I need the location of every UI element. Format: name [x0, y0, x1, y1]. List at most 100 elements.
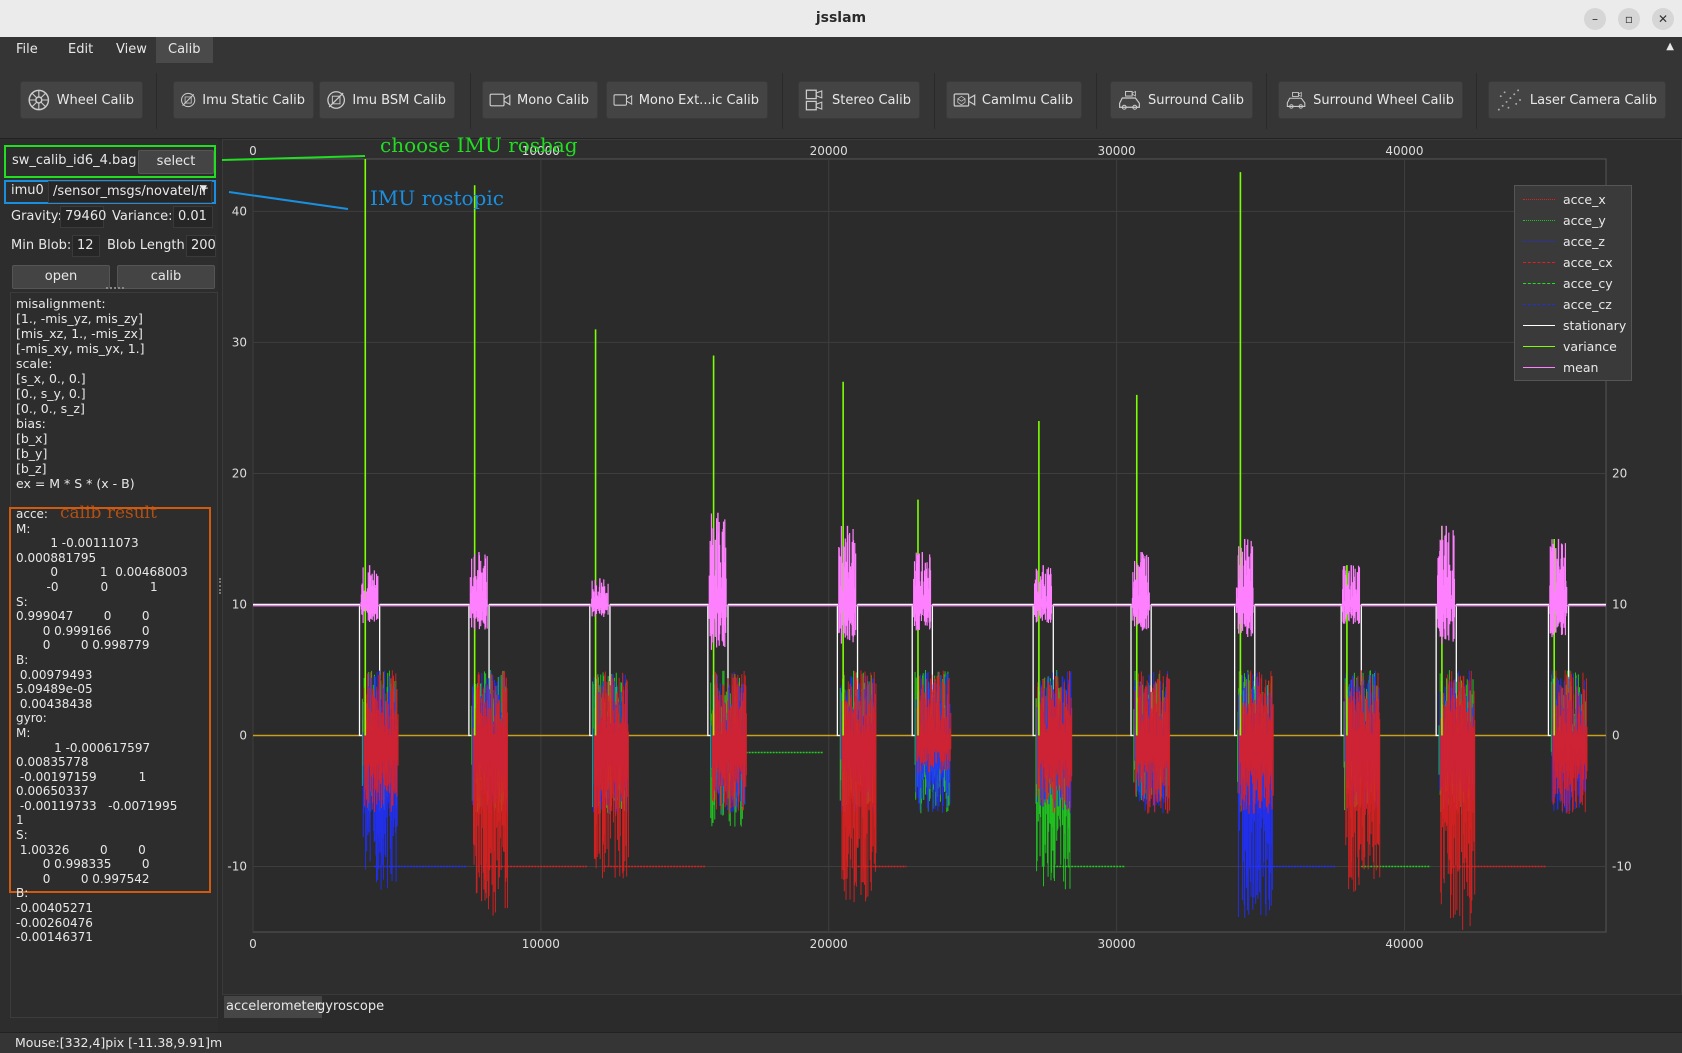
imu-bsm-icon [327, 91, 346, 109]
legend-swatch [1523, 303, 1555, 305]
maximize-icon[interactable]: ▫ [1618, 8, 1640, 30]
imu-bsm-calib-button[interactable]: Imu BSM Calib [319, 81, 455, 119]
legend-swatch [1523, 198, 1555, 200]
x-tick-label: 40000 [1385, 937, 1423, 951]
mono-extrinsic-calib-button[interactable]: Mono Ext...ic Calib [606, 81, 768, 119]
legend-label: acce_y [1563, 212, 1606, 228]
splitter-handle[interactable] [106, 287, 124, 289]
status-bar: Mouse:[332,4]pix [-11.38,9.91]m [0, 1032, 1682, 1053]
laser-icon [1497, 89, 1521, 111]
wheel-calib-button[interactable]: Wheel Calib [20, 81, 143, 119]
y-tick-label-right: -10 [1612, 859, 1632, 873]
camimu-calib-label: CamImu Calib [981, 92, 1073, 108]
surround-wheel-calib-label: Surround Wheel Calib [1313, 92, 1454, 108]
plot-area[interactable]: 0 0 10000 10000 20000 20000 30000 30000 40000 400… [222, 139, 1682, 995]
menu-edit[interactable]: Edit [56, 37, 105, 63]
stereo-calib-label: Stereo Calib [831, 92, 911, 108]
mouse-position-status: Mouse:[332,4]pix [-11.38,9.91]m [15, 1035, 223, 1050]
imu-label: imu0 [11, 183, 44, 198]
toolbar-separator [470, 73, 471, 129]
legend-swatch [1523, 324, 1555, 326]
imu-static-icon [181, 92, 196, 108]
topic-value: /sensor_msgs/novatel/ir [53, 184, 208, 199]
window-title: jsslam [815, 10, 867, 26]
legend-item: stationary [1523, 315, 1626, 335]
accelerometer-plot[interactable]: 0010000100002000020000300003000040000400… [223, 140, 1681, 994]
legend-item: acce_cy [1523, 273, 1613, 293]
blob-length-label: Blob Length: [107, 238, 190, 253]
y-tick-label-right: 0 [1612, 728, 1620, 742]
camera-icon [489, 93, 511, 107]
gravity-label: Gravity: [11, 209, 62, 224]
laser-camera-calib-label: Laser Camera Calib [1529, 92, 1657, 108]
gravity-input[interactable]: 79460 [60, 206, 106, 228]
min-blob-label: Min Blob: [11, 238, 72, 253]
blob-length-input[interactable]: 200 [186, 235, 216, 257]
legend-label: acce_cx [1563, 254, 1613, 270]
legend-item: acce_y [1523, 210, 1606, 230]
surround-calib-label: Surround Calib [1147, 92, 1244, 108]
left-panel: sw_calib_id6_4.bag select imu0 /sensor_m… [0, 139, 218, 1032]
mono-extrinsic-calib-label: Mono Ext...ic Calib [638, 92, 759, 108]
legend-swatch [1523, 261, 1555, 263]
tab-accelerometer[interactable]: accelerometer [224, 996, 322, 1018]
menu-calib[interactable]: Calib [156, 37, 213, 63]
legend-item: acce_cx [1523, 252, 1613, 272]
legend-label: acce_z [1563, 233, 1605, 249]
legend-label: variance [1563, 338, 1617, 354]
laser-camera-calib-button[interactable]: Laser Camera Calib [1488, 81, 1666, 119]
x-tick-label: 0 [249, 937, 257, 951]
legend: acce_x acce_y acce_z acce_cx acce_cy acc… [1514, 185, 1632, 381]
legend-item: mean [1523, 357, 1598, 377]
x-tick-label-top: 30000 [1098, 144, 1136, 158]
x-tick-label: 10000 [522, 937, 560, 951]
mono-calib-label: Mono Calib [516, 92, 589, 108]
topic-select[interactable]: /sensor_msgs/novatel/ir [48, 181, 212, 203]
car-camera-icon [1286, 91, 1306, 109]
imu-static-calib-button[interactable]: Imu Static Calib [173, 81, 314, 119]
legend-swatch [1523, 345, 1555, 347]
legend-swatch [1523, 240, 1555, 242]
surround-wheel-calib-button[interactable]: Surround Wheel Calib [1278, 81, 1463, 119]
toolbar-separator [1266, 73, 1267, 129]
chevron-down-icon[interactable]: ▼ [200, 184, 207, 194]
close-icon[interactable]: ✕ [1652, 8, 1674, 30]
collapse-arrow-icon[interactable]: ▲ [1666, 41, 1674, 52]
toolbar: Wheel Calib Imu Static Calib Imu BSM Cal… [0, 63, 1682, 139]
minimize-icon[interactable]: – [1584, 8, 1606, 30]
legend-item: acce_z [1523, 231, 1605, 251]
toolbar-separator [782, 73, 783, 129]
x-tick-label-top: 40000 [1385, 144, 1423, 158]
camera-icon [613, 94, 633, 106]
min-blob-input[interactable]: 12 [72, 235, 100, 257]
legend-label: acce_cy [1563, 275, 1613, 291]
tab-gyroscope[interactable]: gyroscope [315, 996, 386, 1018]
variance-input[interactable]: 0.01 [173, 206, 213, 228]
rosbag-annotation: choose IMU rosbag [380, 133, 578, 157]
mono-calib-button[interactable]: Mono Calib [482, 81, 598, 119]
variance-label: Variance: [112, 209, 173, 224]
legend-label: stationary [1563, 317, 1627, 333]
car-camera-icon [1119, 90, 1140, 110]
legend-label: acce_x [1563, 191, 1606, 207]
y-tick-label: -10 [227, 859, 247, 873]
open-button[interactable]: open [12, 265, 110, 289]
surround-calib-button[interactable]: Surround Calib [1110, 81, 1253, 119]
y-tick-label-right: 10 [1612, 597, 1627, 611]
imu-static-calib-label: Imu Static Calib [202, 92, 305, 108]
stereo-camera-icon [805, 89, 823, 111]
menu-view[interactable]: View [104, 37, 159, 63]
camera-imu-icon [953, 93, 976, 107]
y-tick-label: 30 [232, 335, 247, 349]
x-tick-label: 20000 [810, 937, 848, 951]
calib-button[interactable]: calib [117, 265, 215, 289]
select-button[interactable]: select [138, 150, 214, 174]
stereo-calib-button[interactable]: Stereo Calib [798, 81, 920, 119]
x-tick-label-top: 20000 [810, 144, 848, 158]
legend-label: mean [1563, 359, 1599, 375]
calib-result-text: acce: M: 1 -0.00111073 0.000881795 0 1 0… [16, 507, 188, 945]
menu-file[interactable]: File [4, 37, 50, 63]
title-bar: jsslam – ▫ ✕ [0, 0, 1682, 37]
camimu-calib-button[interactable]: CamImu Calib [946, 81, 1082, 119]
y-tick-label: 10 [232, 597, 247, 611]
